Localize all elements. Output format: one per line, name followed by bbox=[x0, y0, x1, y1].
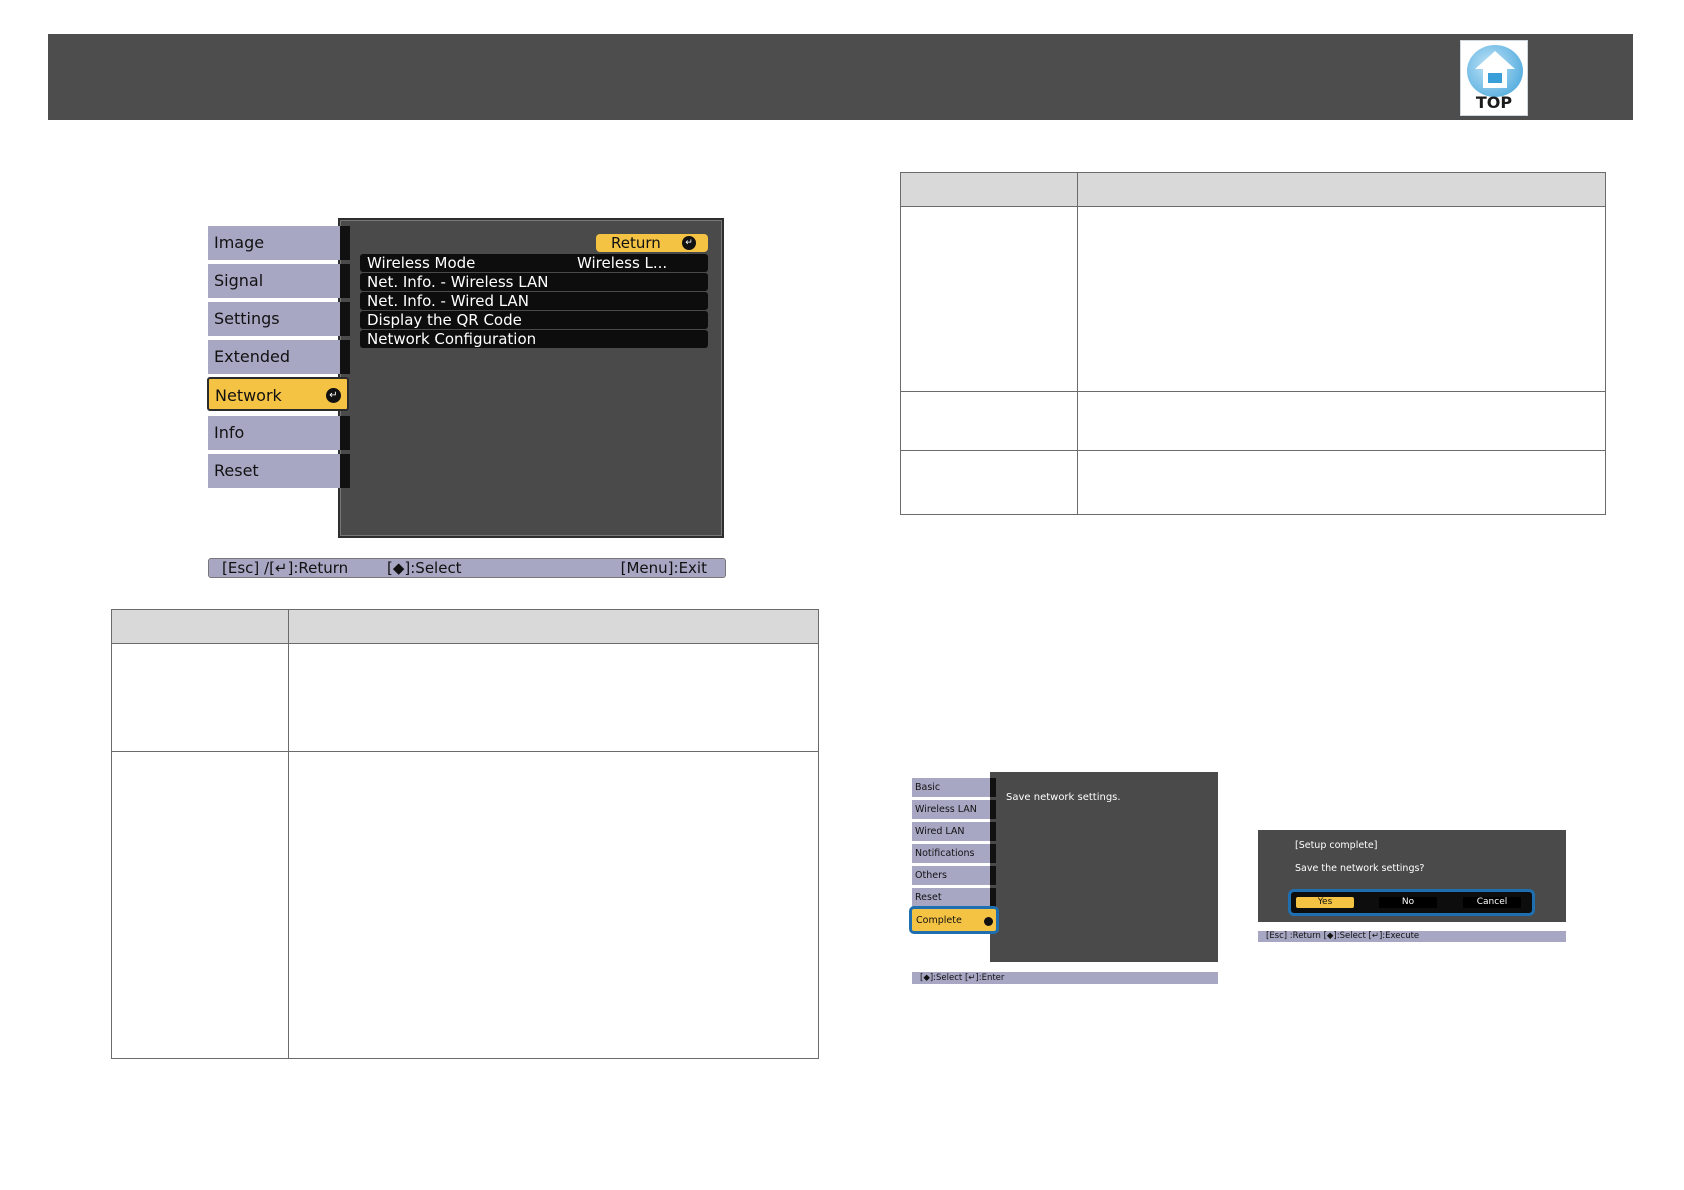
menu-item-value: Wireless L... bbox=[577, 254, 668, 272]
menu-item-net-info-wired[interactable]: Net. Info. - Wired LAN bbox=[360, 292, 708, 310]
footer-exit: [Menu]:Exit bbox=[620, 559, 707, 577]
menu-item-wireless-mode[interactable]: Wireless Mode Wireless L... bbox=[360, 254, 708, 272]
table-row bbox=[111, 643, 819, 752]
enter-icon: ↵ bbox=[682, 236, 696, 250]
tab-network[interactable]: Network ↵ bbox=[207, 377, 349, 411]
enter-icon: ↵ bbox=[326, 388, 341, 403]
tab-complete[interactable]: Complete bbox=[909, 906, 999, 934]
tab-settings[interactable]: Settings bbox=[208, 302, 350, 336]
top-label: TOP bbox=[1475, 93, 1513, 112]
save-confirm-dialog: [Setup complete] Save the network settin… bbox=[1258, 830, 1568, 942]
table-header-row bbox=[111, 609, 819, 644]
dialog-button-group: Yes No Cancel bbox=[1288, 889, 1535, 916]
menu-item-label: Net. Info. - Wired LAN bbox=[367, 292, 529, 310]
settings-table-left bbox=[111, 609, 819, 1059]
top-link[interactable]: TOP bbox=[1460, 40, 1528, 116]
menu-item-label: Net. Info. - Wireless LAN bbox=[367, 273, 549, 291]
menu-item-network-config[interactable]: Network Configuration bbox=[360, 330, 708, 348]
save-question-text: Save the network settings? bbox=[1295, 863, 1425, 874]
tab-reset[interactable]: Reset bbox=[912, 888, 996, 907]
menu-item-label: Network Configuration bbox=[367, 330, 537, 348]
footer-return: [Esc] /[↵]:Return bbox=[222, 559, 349, 577]
complete-menu-screenshot: Save network settings. Basic Wireless LA… bbox=[909, 770, 1220, 986]
header-bar bbox=[48, 34, 1633, 120]
return-label: Return bbox=[611, 234, 661, 252]
tab-info[interactable]: Info bbox=[208, 416, 350, 450]
table-row bbox=[900, 391, 1606, 451]
tab-wireless-lan[interactable]: Wireless LAN bbox=[912, 800, 996, 819]
no-button[interactable]: No bbox=[1379, 897, 1437, 908]
tab-wired-lan[interactable]: Wired LAN bbox=[912, 822, 996, 841]
tab-reset[interactable]: Reset bbox=[208, 454, 350, 488]
settings-table-right bbox=[900, 172, 1606, 515]
menu-item-qr-code[interactable]: Display the QR Code bbox=[360, 311, 708, 329]
setup-complete-text: [Setup complete] bbox=[1295, 840, 1378, 851]
tab-notifications[interactable]: Notifications bbox=[912, 844, 996, 863]
save-message: Save network settings. bbox=[1006, 792, 1121, 803]
tab-others[interactable]: Others bbox=[912, 866, 996, 885]
tab-image[interactable]: Image bbox=[208, 226, 350, 260]
cancel-button[interactable]: Cancel bbox=[1463, 897, 1521, 908]
tab-signal[interactable]: Signal bbox=[208, 264, 350, 298]
menu-item-label: Wireless Mode bbox=[367, 254, 476, 272]
table-row bbox=[111, 751, 819, 1059]
tab-complete-label: Complete bbox=[916, 915, 962, 926]
tab-extended[interactable]: Extended bbox=[208, 340, 350, 374]
dialog-footer: [Esc] :Return [◆]:Select [↵]:Execute bbox=[1258, 931, 1566, 942]
tab-basic[interactable]: Basic bbox=[912, 778, 996, 797]
table-row bbox=[900, 450, 1606, 515]
return-button[interactable]: Return ↵ bbox=[596, 234, 708, 252]
table-header-row bbox=[900, 172, 1606, 207]
network-menu-screenshot: Image Signal Settings Extended Network ↵… bbox=[206, 216, 726, 582]
menu-item-net-info-wireless[interactable]: Net. Info. - Wireless LAN bbox=[360, 273, 708, 291]
menu-footer: [Esc] /[↵]:Return [◆]:Select [Menu]:Exit bbox=[208, 558, 726, 578]
yes-button[interactable]: Yes bbox=[1296, 897, 1354, 908]
footer-select: [◆]:Select bbox=[387, 559, 462, 577]
tab-network-label: Network bbox=[215, 386, 282, 405]
complete-footer: [◆]:Select [↵]:Enter bbox=[912, 972, 1218, 984]
table-row bbox=[900, 206, 1606, 392]
manual-page: TOP Image Signal Settings Extended Netwo… bbox=[0, 0, 1684, 1190]
menu-item-label: Display the QR Code bbox=[367, 311, 522, 329]
enter-icon bbox=[984, 917, 993, 926]
